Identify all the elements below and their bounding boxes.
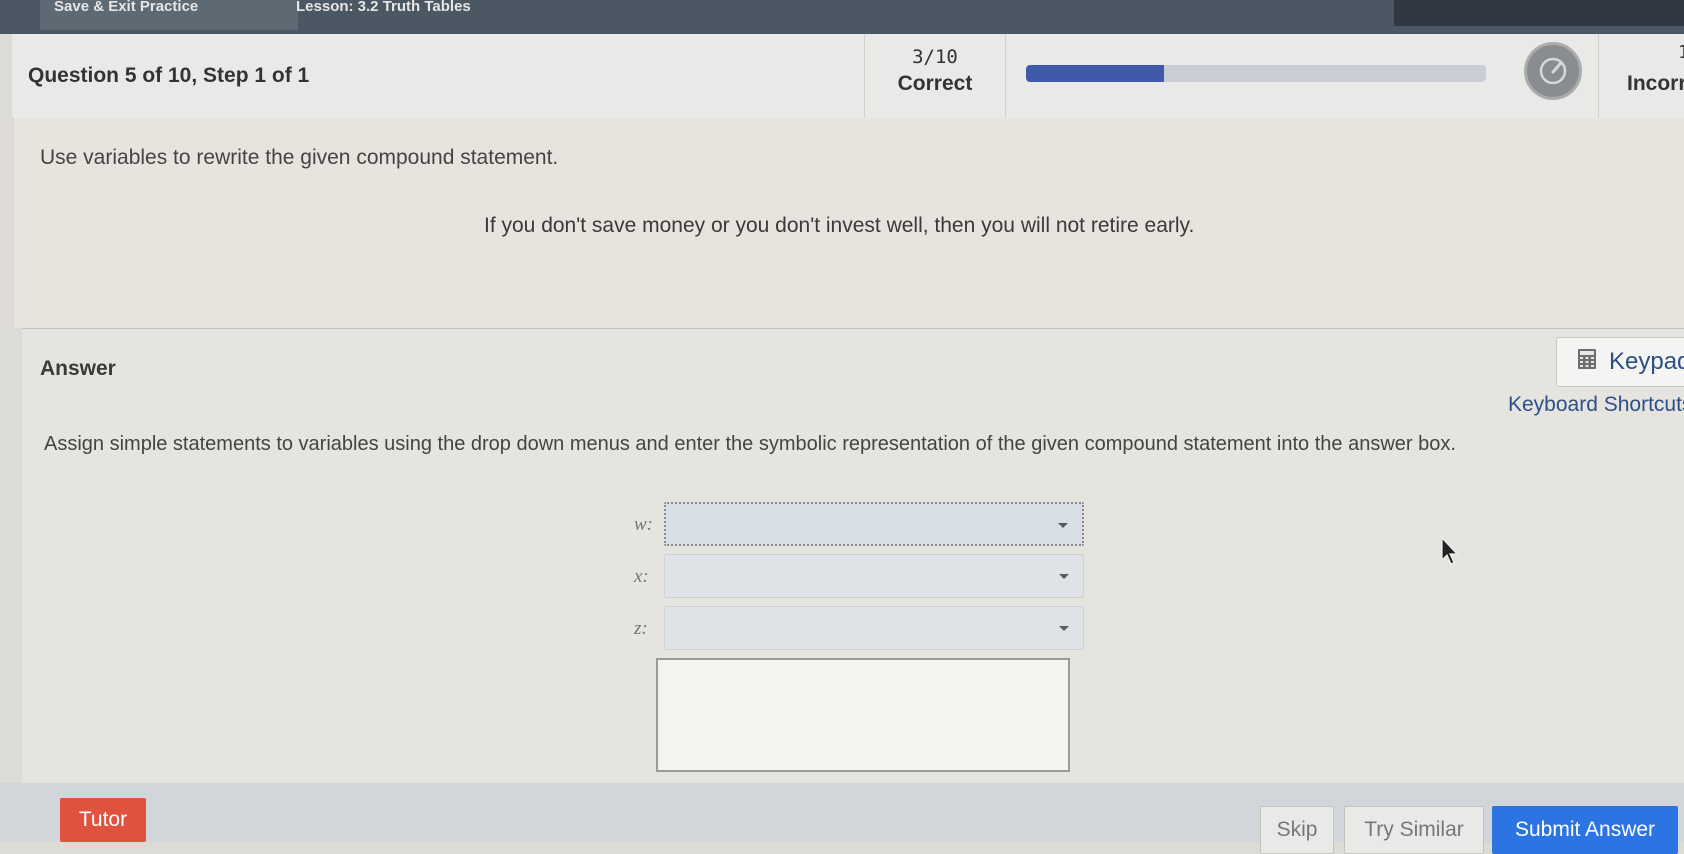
try-similar-button[interactable]: Try Similar	[1344, 806, 1484, 854]
mouse-cursor-icon	[1440, 536, 1460, 571]
chevron-down-icon	[1059, 574, 1069, 579]
speedometer-icon	[1524, 42, 1582, 100]
variable-select-w[interactable]	[664, 502, 1084, 546]
variable-row-w: w:	[612, 502, 1092, 548]
question-panel: Use variables to rewrite the given compo…	[14, 118, 1684, 328]
question-instruction: Use variables to rewrite the given compo…	[40, 146, 559, 169]
variable-row-z: z:	[612, 606, 1092, 652]
keypad-button[interactable]: Keypad	[1556, 337, 1684, 387]
progress-bar	[1026, 65, 1486, 82]
correct-count: 3/10	[912, 46, 958, 68]
top-bar-right	[1394, 0, 1684, 26]
variable-row-x: x:	[612, 554, 1092, 600]
variable-label-x: x:	[634, 566, 649, 587]
question-title: Question 5 of 10, Step 1 of 1	[28, 64, 310, 87]
top-bar: Save & Exit Practice Lesson: 3.2 Truth T…	[0, 0, 1684, 34]
answer-heading: Answer	[40, 357, 116, 380]
lesson-title: Lesson: 3.2 Truth Tables	[296, 0, 471, 15]
keyboard-shortcuts-link[interactable]: Keyboard Shortcuts	[1508, 393, 1684, 417]
variable-label-w: w:	[634, 514, 653, 535]
variable-label-z: z:	[634, 618, 648, 639]
variable-select-x[interactable]	[664, 554, 1084, 598]
correct-score: 3/10 Correct	[864, 34, 1006, 118]
incorrect-count: 1	[1678, 42, 1684, 63]
compound-statement: If you don't save money or you don't inv…	[484, 214, 1195, 237]
progress-fill	[1026, 65, 1164, 82]
chevron-down-icon	[1058, 523, 1068, 528]
calculator-icon	[1577, 348, 1597, 377]
incorrect-label: Incorrect	[1627, 72, 1684, 95]
variable-select-z[interactable]	[664, 606, 1084, 650]
save-exit-button[interactable]: Save & Exit Practice	[40, 0, 298, 30]
skip-button[interactable]: Skip	[1260, 806, 1334, 854]
correct-label: Correct	[897, 72, 973, 95]
answer-input-box[interactable]	[656, 658, 1070, 772]
submit-answer-button[interactable]: Submit Answer	[1492, 806, 1678, 854]
keypad-label: Keypad	[1609, 348, 1684, 375]
incorrect-score: 1 Incorrect	[1598, 34, 1684, 118]
assign-instructions: Assign simple statements to variables us…	[44, 433, 1456, 455]
chevron-down-icon	[1059, 626, 1069, 631]
question-header: Question 5 of 10, Step 1 of 1 3/10 Corre…	[12, 34, 1684, 119]
tutor-button[interactable]: Tutor	[60, 798, 146, 842]
